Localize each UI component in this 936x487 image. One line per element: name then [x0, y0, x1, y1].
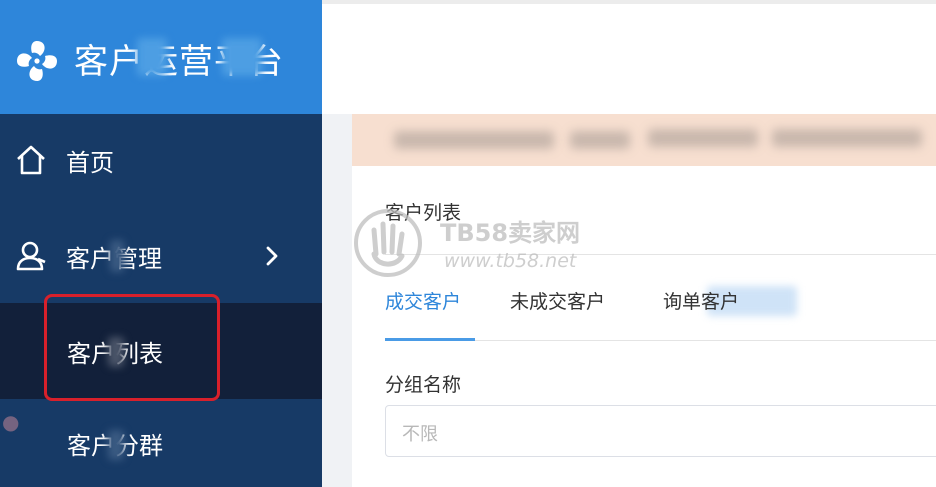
fan-logo-icon	[17, 41, 57, 81]
tab-closed-customers[interactable]: 成交客户	[385, 287, 461, 314]
sidebar-item-customer-segments[interactable]: 客户分群	[0, 400, 322, 487]
user-icon	[16, 241, 46, 271]
watermark-hand-icon	[354, 209, 422, 277]
watermark-url: www.tb58.net	[444, 250, 577, 272]
highlight-box	[44, 294, 220, 401]
chevron-right-icon	[266, 246, 278, 266]
select-placeholder: 不限	[402, 424, 438, 445]
blur-overlay	[108, 430, 124, 460]
tab-inquiry-customers[interactable]: 询单客户	[663, 287, 739, 314]
active-tab-indicator	[385, 338, 475, 341]
group-name-select[interactable]: 不限	[385, 405, 936, 457]
blur-overlay	[110, 240, 124, 272]
top-divider	[322, 0, 936, 4]
sidebar: 客户运营平台 首页 客户管理 客户列表 客户分群 ●	[0, 0, 322, 487]
watermark: TB58卖家网 www.tb58.net	[352, 208, 592, 278]
tab-unclosed-customers[interactable]: 未成交客户	[510, 287, 605, 314]
brand-header: 客户运营平台	[0, 0, 322, 114]
nav-item-home[interactable]: 首页	[0, 114, 322, 206]
group-name-label: 分组名称	[385, 374, 462, 396]
side-stamp-icon: ●	[2, 410, 20, 434]
watermark-text: TB58卖家网	[440, 219, 581, 247]
content-gutter	[322, 114, 352, 487]
blur-overlay	[222, 38, 262, 76]
notice-banner	[352, 114, 936, 166]
blur-overlay	[137, 38, 167, 76]
nav-item-customers[interactable]: 客户管理	[0, 210, 322, 302]
nav-item-label: 首页	[66, 148, 114, 177]
home-icon	[17, 145, 45, 175]
